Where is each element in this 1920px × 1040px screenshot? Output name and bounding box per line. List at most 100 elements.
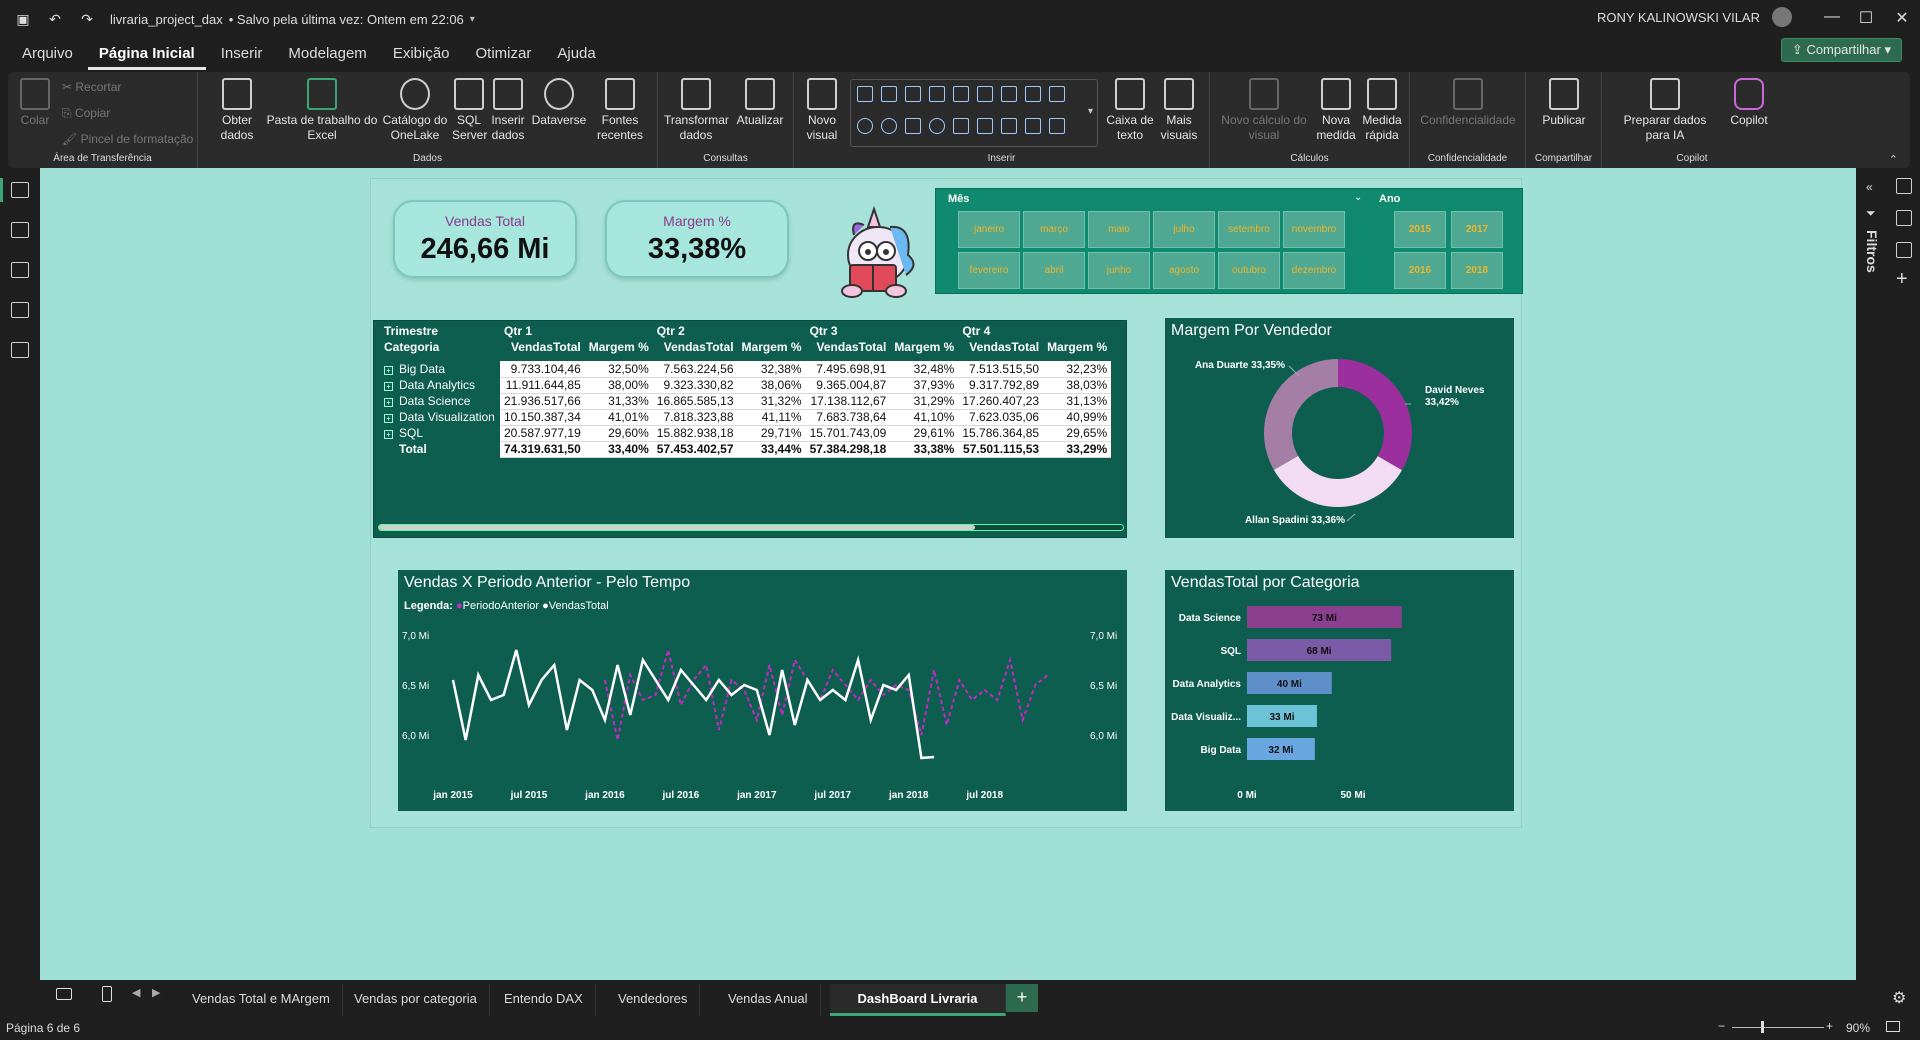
table-visual-icon[interactable] xyxy=(1025,118,1041,134)
new-visual-button[interactable]: Novo visual xyxy=(802,78,842,143)
cut-button[interactable]: ✂ Recortar xyxy=(62,80,121,94)
quick-measure-button[interactable]: Medida rápida xyxy=(1360,78,1404,143)
page-tab-active[interactable]: DashBoard Livraria xyxy=(830,984,1006,1016)
year-button[interactable]: 2018 xyxy=(1451,252,1503,289)
donut-slice[interactable] xyxy=(1273,455,1402,508)
desktop-layout-icon[interactable] xyxy=(56,988,72,1000)
fit-to-page-icon[interactable] xyxy=(1886,1021,1900,1032)
tab-otimizar[interactable]: Otimizar xyxy=(465,38,543,70)
month-button[interactable]: dezembro xyxy=(1283,252,1345,289)
document-title[interactable]: livraria_project_dax xyxy=(110,12,223,27)
more-visuals-button[interactable]: Mais visuais xyxy=(1156,78,1202,143)
card-icon[interactable] xyxy=(977,118,993,134)
build-visual-icon[interactable] xyxy=(1896,210,1912,226)
transform-data-button[interactable]: Transformar dados xyxy=(664,78,729,143)
month-button[interactable]: janeiro xyxy=(958,211,1020,248)
previous-page-icon[interactable]: ◀ xyxy=(132,986,140,999)
matrix-visual[interactable]: Trimestre Qtr 1 Qtr 2 Qtr 3 Qtr 4 Categoria Ve… xyxy=(373,320,1127,538)
page-tab[interactable]: Vendas Total e MArgem xyxy=(180,984,343,1016)
collapse-pane-icon[interactable]: « xyxy=(1866,180,1873,194)
textbox-button[interactable]: Caixa de texto xyxy=(1106,78,1154,143)
sensitivity-button[interactable]: Confidencialidade xyxy=(1416,78,1520,128)
zoom-out-icon[interactable]: − xyxy=(1718,1019,1725,1033)
month-button[interactable]: novembro xyxy=(1283,211,1345,248)
matrix-visual-icon[interactable] xyxy=(1049,118,1065,134)
month-button[interactable]: fevereiro xyxy=(958,252,1020,289)
new-visual-calc-button[interactable]: Novo cálculo do visual xyxy=(1218,78,1310,143)
table-row[interactable]: + Data Visualization 10.150.387,34 41,01% 7.… xyxy=(380,409,1112,426)
stacked-bar-icon[interactable] xyxy=(857,86,873,102)
collapse-ribbon-icon[interactable]: ⌃ xyxy=(1889,153,1898,166)
dax-query-icon[interactable] xyxy=(11,302,29,318)
gallery-expand-icon[interactable]: ▾ xyxy=(1088,106,1093,117)
month-button[interactable]: outubro xyxy=(1218,252,1280,289)
year-button[interactable]: 2017 xyxy=(1451,211,1503,248)
save-icon[interactable]: ▣ xyxy=(14,10,32,28)
get-data-button[interactable]: Obter dados xyxy=(214,78,260,143)
prepare-data-ai-button[interactable]: Preparar dados para IA xyxy=(1610,78,1720,143)
report-view-icon[interactable] xyxy=(11,182,29,198)
tab-exibicao[interactable]: Exibição xyxy=(382,38,461,70)
scrollbar-thumb[interactable] xyxy=(379,525,975,530)
table-row[interactable]: + Data Analytics 11.911.644,85 38,00% 9.323.… xyxy=(380,377,1112,394)
donut-slice[interactable] xyxy=(1338,359,1412,471)
page-tab[interactable]: Vendas por categoria xyxy=(342,984,490,1016)
donut-visual[interactable]: Margem Por Vendedor David Neves 33,42% All… xyxy=(1165,318,1514,538)
page-tab[interactable]: Entendo DAX xyxy=(492,984,596,1016)
tab-ajuda[interactable]: Ajuda xyxy=(546,38,606,70)
chevron-down-icon[interactable]: ⌄ xyxy=(1354,192,1362,203)
kpi-margem[interactable]: Margem % 33,38% xyxy=(605,200,789,278)
waterfall-icon[interactable] xyxy=(977,86,993,102)
ribbon-chart-icon[interactable] xyxy=(953,86,969,102)
minimize-icon[interactable]: — xyxy=(1822,8,1842,26)
refresh-button[interactable]: Atualizar xyxy=(734,78,786,128)
undo-icon[interactable]: ↶ xyxy=(46,10,64,28)
copy-button[interactable]: ⎘ Copiar xyxy=(62,106,110,121)
dataverse-button[interactable]: Dataverse xyxy=(530,78,588,128)
publish-button[interactable]: Publicar xyxy=(1536,78,1592,128)
avatar-icon[interactable] xyxy=(1772,7,1792,27)
add-page-button[interactable]: + xyxy=(1006,984,1038,1012)
filters-pane-label[interactable]: Filtros xyxy=(1864,230,1880,273)
recent-sources-button[interactable]: Fontes recentes xyxy=(592,78,648,143)
close-icon[interactable]: ✕ xyxy=(1892,8,1912,28)
next-page-icon[interactable]: ▶ xyxy=(152,986,160,999)
expand-icon[interactable]: + xyxy=(384,382,393,391)
tab-inserir[interactable]: Inserir xyxy=(210,38,274,70)
gauge-icon[interactable] xyxy=(953,118,969,134)
funnel-icon[interactable] xyxy=(1049,86,1065,102)
area-chart-icon[interactable] xyxy=(1025,86,1041,102)
pie-chart-icon[interactable] xyxy=(857,118,873,134)
line-chart-visual[interactable]: Vendas X Periodo Anterior - Pelo Tempo L… xyxy=(398,570,1127,811)
kpi-vendas-total[interactable]: Vendas Total 246,66 Mi xyxy=(393,200,577,278)
month-button[interactable]: março xyxy=(1023,211,1085,248)
page-tab[interactable]: Vendas Anual xyxy=(716,984,821,1016)
treemap-icon[interactable] xyxy=(905,118,921,134)
zoom-slider-thumb[interactable] xyxy=(1761,1021,1764,1033)
excel-button[interactable]: Pasta de trabalho do Excel xyxy=(266,78,378,143)
clustered-bar-icon[interactable] xyxy=(905,86,921,102)
expand-icon[interactable]: + xyxy=(384,430,393,439)
maximize-icon[interactable]: ☐ xyxy=(1856,8,1876,28)
sql-server-button[interactable]: SQL Server xyxy=(452,78,487,143)
horizontal-scrollbar[interactable] xyxy=(378,524,1124,531)
zoom-slider-track[interactable] xyxy=(1732,1027,1824,1028)
table-row[interactable]: + SQL 20.587.977,19 29,60% 15.882.938,18 29,7… xyxy=(380,425,1112,442)
donut-slice[interactable] xyxy=(1264,359,1338,470)
year-button[interactable]: 2016 xyxy=(1394,252,1446,289)
tmdl-view-icon[interactable] xyxy=(11,342,29,358)
onelake-button[interactable]: Catálogo do OneLake xyxy=(382,78,448,143)
year-button[interactable]: 2015 xyxy=(1394,211,1446,248)
format-painter-button[interactable]: 🖌 Pincel de formatação xyxy=(62,132,193,146)
map-icon[interactable] xyxy=(929,118,945,134)
expand-icon[interactable]: + xyxy=(384,414,393,423)
data-pane-icon[interactable] xyxy=(1896,178,1912,194)
multirow-card-icon[interactable] xyxy=(1001,118,1017,134)
share-button[interactable]: ⇪ Compartilhar ▾ xyxy=(1780,38,1902,62)
line-chart-icon[interactable] xyxy=(1001,86,1017,102)
column-chart-icon[interactable] xyxy=(881,86,897,102)
model-view-icon[interactable] xyxy=(11,262,29,278)
tab-pagina-inicial[interactable]: Página Inicial xyxy=(87,38,206,70)
tab-modelagem[interactable]: Modelagem xyxy=(277,38,377,70)
line-series-vendastotal[interactable] xyxy=(451,649,935,760)
